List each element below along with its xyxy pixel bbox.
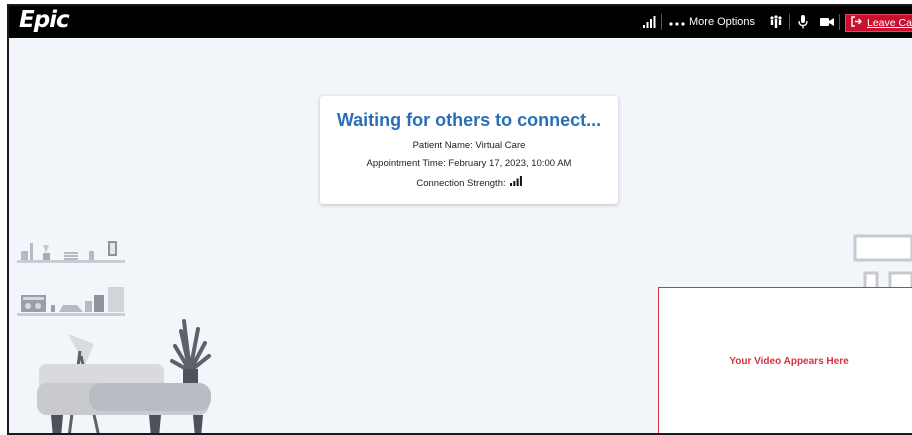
wall-frames-illustration xyxy=(853,234,912,294)
toolbar-divider xyxy=(789,14,790,30)
patient-name: Patient Name: Virtual Care xyxy=(412,140,526,151)
toolbar-divider xyxy=(839,14,840,30)
leave-call-label: Leave Call xyxy=(867,17,912,29)
connection-strength-row: Connection Strength: xyxy=(320,176,618,189)
more-dots-icon xyxy=(669,13,685,31)
connection-strength-label: Connection Strength: xyxy=(416,178,506,189)
signal-bars-icon xyxy=(509,176,522,189)
leave-call-button[interactable]: Leave Call xyxy=(845,14,912,32)
appointment-time: Appointment Time: February 17, 2023, 10:… xyxy=(366,158,572,169)
more-options-button[interactable]: More Options xyxy=(669,6,755,38)
top-toolbar: Epic More Options Leave Call xyxy=(9,6,912,38)
room-illustration xyxy=(17,241,211,433)
more-options-label: More Options xyxy=(689,16,756,28)
video-visit-window: Epic More Options Leave Call Waiting for… xyxy=(7,4,912,435)
epic-logo: Epic xyxy=(19,7,70,33)
self-video-label: Your Video Appears Here xyxy=(729,355,849,367)
waiting-title: Waiting for others to connect... xyxy=(336,110,602,130)
waiting-status-card: Waiting for others to connect... Patient… xyxy=(320,96,618,204)
microphone-icon[interactable] xyxy=(798,6,808,38)
self-video-preview: Your Video Appears Here xyxy=(658,287,912,433)
toolbar-divider xyxy=(661,14,662,30)
signal-bars-icon[interactable] xyxy=(643,6,656,38)
participants-icon[interactable] xyxy=(769,6,783,38)
exit-icon xyxy=(851,14,862,32)
camera-icon[interactable] xyxy=(820,6,834,38)
